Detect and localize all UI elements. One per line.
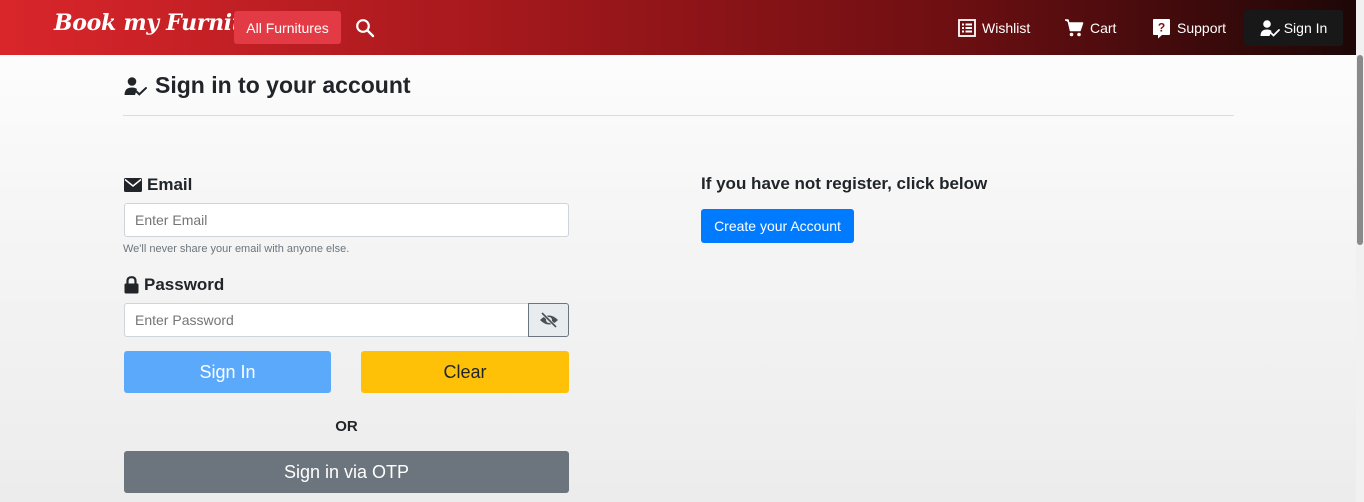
wishlist-label: Wishlist [982,20,1031,36]
email-help-text: We'll never share your email with anyone… [123,243,350,255]
or-separator: OR [335,418,358,435]
nav-sign-in-button[interactable]: Sign In [1244,10,1343,46]
heading-divider [123,115,1234,116]
scrollbar-thumb[interactable] [1357,55,1363,245]
email-input[interactable] [124,203,569,237]
all-furnitures-button[interactable]: All Furnitures [234,11,341,44]
cart-icon [1065,19,1084,37]
lock-icon [124,276,139,294]
support-link[interactable]: ? Support [1152,17,1226,39]
clear-button[interactable]: Clear [361,351,569,393]
eye-slash-icon [539,312,558,328]
list-icon [958,19,976,37]
create-account-button[interactable]: Create your Account [701,209,854,243]
search-icon[interactable] [355,18,375,38]
password-input[interactable] [124,303,529,337]
register-prompt: If you have not register, click below [701,174,988,193]
toggle-password-visibility-button[interactable] [528,303,569,337]
email-label: Email [147,175,193,194]
support-label: Support [1177,20,1227,36]
cart-label: Cart [1090,20,1117,36]
page-scrollbar[interactable] [1356,0,1364,502]
cart-link[interactable]: Cart [1064,17,1116,39]
help-icon: ? [1153,18,1170,38]
user-check-icon [124,76,147,96]
password-label-row: Password [124,275,224,295]
svg-text:?: ? [1158,20,1165,34]
nav-sign-in-label: Sign In [1283,20,1328,36]
sign-in-button[interactable]: Sign In [124,351,331,393]
email-label-row: Email [124,175,192,195]
user-check-icon [1260,20,1280,37]
sign-in-via-otp-button[interactable]: Sign in via OTP [124,451,569,493]
page-heading: Sign in to your account [124,72,411,99]
envelope-icon [124,178,142,192]
top-navbar: Book my Furniture All Furnitures Wishlis… [0,0,1356,55]
password-label: Password [144,275,225,294]
page-title: Sign in to your account [155,72,411,98]
wishlist-link[interactable]: Wishlist [958,17,1030,39]
